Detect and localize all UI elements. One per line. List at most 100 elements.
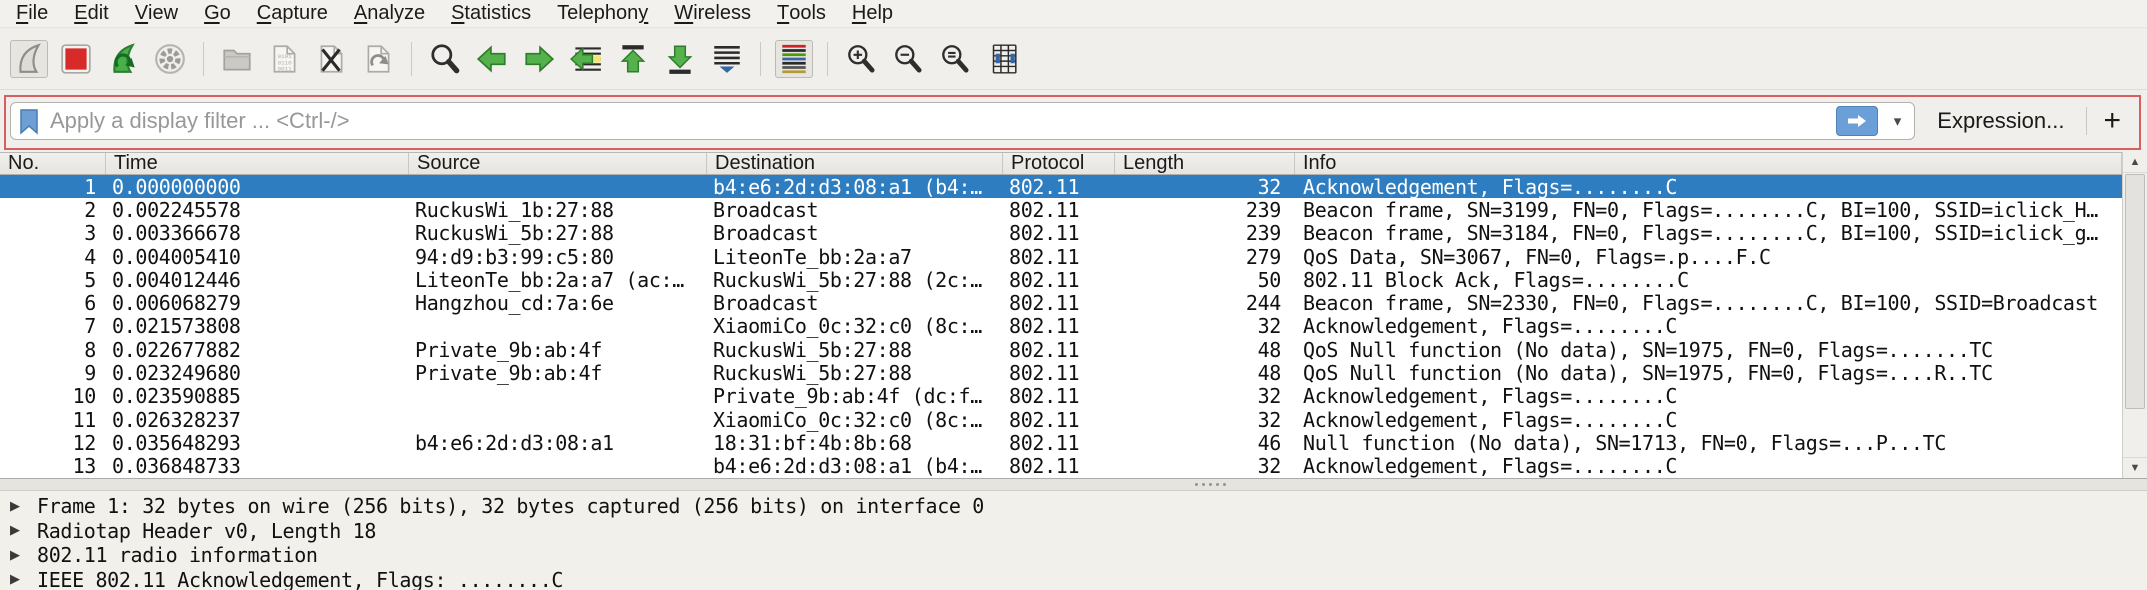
capture-options-icon[interactable] [151,40,189,78]
menu-statistics[interactable]: Statistics [438,0,544,27]
cell-source: 94:d9:b3:99:c5:80 [409,245,707,269]
packet-row[interactable]: 110.026328237XiaomiCo_0c:32:c0 (8c:…802.… [0,408,2122,431]
display-filter-input[interactable] [50,108,1826,134]
scroll-down-arrow-icon[interactable]: ▼ [2123,457,2147,478]
bookmark-icon[interactable] [18,108,40,135]
expand-arrow-icon[interactable]: ▶ [10,499,37,514]
cell-protocol: 802.11 [1003,198,1115,222]
reload-file-icon[interactable] [359,40,397,78]
packet-list-scrollbar[interactable]: ▲ ▼ [2122,152,2147,478]
zoom-original-icon[interactable] [936,40,974,78]
colorize-icon[interactable] [775,40,813,78]
cell-info: QoS Data, SN=3067, FN=0, Flags=.p....F.C [1295,245,2122,269]
cell-info: Acknowledgement, Flags=........C [1295,314,2122,338]
detail-tree-item[interactable]: ▶Radiotap Header v0, Length 18 [0,519,2147,544]
stop-capture-icon[interactable] [57,40,95,78]
packet-row[interactable]: 70.021573808XiaomiCo_0c:32:c0 (8c:…802.1… [0,315,2122,338]
auto-scroll-icon[interactable] [708,40,746,78]
pane-splitter[interactable] [0,478,2147,491]
column-header-protocol[interactable]: Protocol [1003,153,1115,174]
packet-row[interactable]: 80.022677882Private_9b:ab:4fRuckusWi_5b:… [0,338,2122,361]
packet-row[interactable]: 90.023249680Private_9b:ab:4fRuckusWi_5b:… [0,361,2122,384]
column-header-info[interactable]: Info [1295,153,2122,174]
save-file-icon[interactable]: 010101100011 [265,40,303,78]
apply-filter-button[interactable] [1836,106,1878,136]
packet-row[interactable]: 30.003366678RuckusWi_5b:27:88Broadcast80… [0,222,2122,245]
open-file-icon[interactable] [218,40,256,78]
detail-tree-item[interactable]: ▶802.11 radio information [0,543,2147,568]
start-capture-icon[interactable] [10,40,48,78]
go-to-packet-icon[interactable] [567,40,605,78]
detail-tree-item[interactable]: ▶Frame 1: 32 bytes on wire (256 bits), 3… [0,494,2147,519]
cell-no: 5 [0,268,106,292]
zoom-in-icon[interactable] [842,40,880,78]
column-header-destination[interactable]: Destination [707,153,1003,174]
cell-destination: b4:e6:2d:d3:08:a1 (b4:… [707,454,1003,478]
add-filter-button[interactable]: + [2087,104,2137,138]
detail-tree-item[interactable]: ▶IEEE 802.11 Acknowledgement, Flags: ...… [0,568,2147,590]
cell-info: Acknowledgement, Flags=........C [1295,454,2122,478]
packet-row[interactable]: 60.006068279Hangzhou_cd:7a:6eBroadcast80… [0,291,2122,314]
scrollbar-thumb[interactable] [2125,174,2145,409]
find-packet-icon[interactable] [426,40,464,78]
cell-length: 32 [1115,408,1295,432]
expand-arrow-icon[interactable]: ▶ [10,548,37,563]
cell-protocol: 802.11 [1003,175,1115,199]
cell-time: 0.023590885 [106,384,409,408]
cell-time: 0.000000000 [106,175,409,199]
expression-button[interactable]: Expression... [1915,108,2086,134]
zoom-out-icon[interactable] [889,40,927,78]
cell-protocol: 802.11 [1003,454,1115,478]
packet-row[interactable]: 10.000000000 b4:e6:2d:d3:08:a1 (b4:…802.1… [0,175,2122,198]
cell-destination: b4:e6:2d:d3:08:a1 (b4:… [707,175,1003,199]
display-filter-combo[interactable]: ▾ [10,102,1915,140]
cell-info: QoS Null function (No data), SN=1975, FN… [1295,361,2122,385]
go-to-bottom-icon[interactable] [661,40,699,78]
menu-wireless[interactable]: Wireless [661,0,764,27]
cell-no: 6 [0,291,106,315]
packet-row[interactable]: 50.004012446LiteonTe_bb:2a:a7 (ac:…Rucku… [0,268,2122,291]
column-header-length[interactable]: Length [1115,153,1295,174]
cell-info: Acknowledgement, Flags=........C [1295,175,2122,199]
cell-source: RuckusWi_5b:27:88 [409,221,707,245]
scroll-up-arrow-icon[interactable]: ▲ [2123,152,2147,173]
go-back-icon[interactable] [473,40,511,78]
menu-analyze[interactable]: Analyze [341,0,438,27]
column-header-time[interactable]: Time [106,153,409,174]
packet-row[interactable]: 100.023590885Private_9b:ab:4f (dc:f…802.… [0,385,2122,408]
cell-source: Hangzhou_cd:7a:6e [409,291,707,315]
menu-telephony[interactable]: Telephony [544,0,661,27]
restart-capture-icon[interactable] [104,40,142,78]
filter-history-caret[interactable]: ▾ [1888,112,1908,130]
go-to-top-icon[interactable] [614,40,652,78]
menu-view[interactable]: View [122,0,191,27]
column-header-no[interactable]: No. [0,153,106,174]
expand-arrow-icon[interactable]: ▶ [10,572,37,587]
cell-time: 0.002245578 [106,198,409,222]
detail-text: 802.11 radio information [37,543,318,567]
packet-row[interactable]: 130.036848733b4:e6:2d:d3:08:a1 (b4:…802.… [0,455,2122,478]
packet-row[interactable]: 20.002245578RuckusWi_1b:27:88Broadcast80… [0,198,2122,221]
expand-arrow-icon[interactable]: ▶ [10,523,37,538]
packet-row[interactable]: 120.035648293b4:e6:2d:d3:08:a118:31:bf:4… [0,431,2122,454]
menu-capture[interactable]: Capture [244,0,341,27]
cell-no: 9 [0,361,106,385]
menu-file[interactable]: File [3,0,61,27]
close-file-icon[interactable] [312,40,350,78]
cell-info: Acknowledgement, Flags=........C [1295,384,2122,408]
go-forward-icon[interactable] [520,40,558,78]
menu-go[interactable]: Go [191,0,244,27]
cell-destination: XiaomiCo_0c:32:c0 (8c:… [707,314,1003,338]
menu-tools[interactable]: Tools [764,0,839,27]
packet-list: 10.000000000b4:e6:2d:d3:08:a1 (b4:…802.1… [0,175,2122,478]
menu-help[interactable]: Help [839,0,906,27]
cell-no: 1 [0,175,106,199]
cell-destination: Broadcast [707,198,1003,222]
packet-row[interactable]: 40.00400541094:d9:b3:99:c5:80LiteonTe_bb… [0,245,2122,268]
menu-edit[interactable]: Edit [61,0,121,27]
resize-columns-icon[interactable] [983,40,1021,78]
cell-destination: Broadcast [707,291,1003,315]
column-header-source[interactable]: Source [409,153,707,174]
cell-length: 32 [1115,314,1295,338]
cell-no: 2 [0,198,106,222]
